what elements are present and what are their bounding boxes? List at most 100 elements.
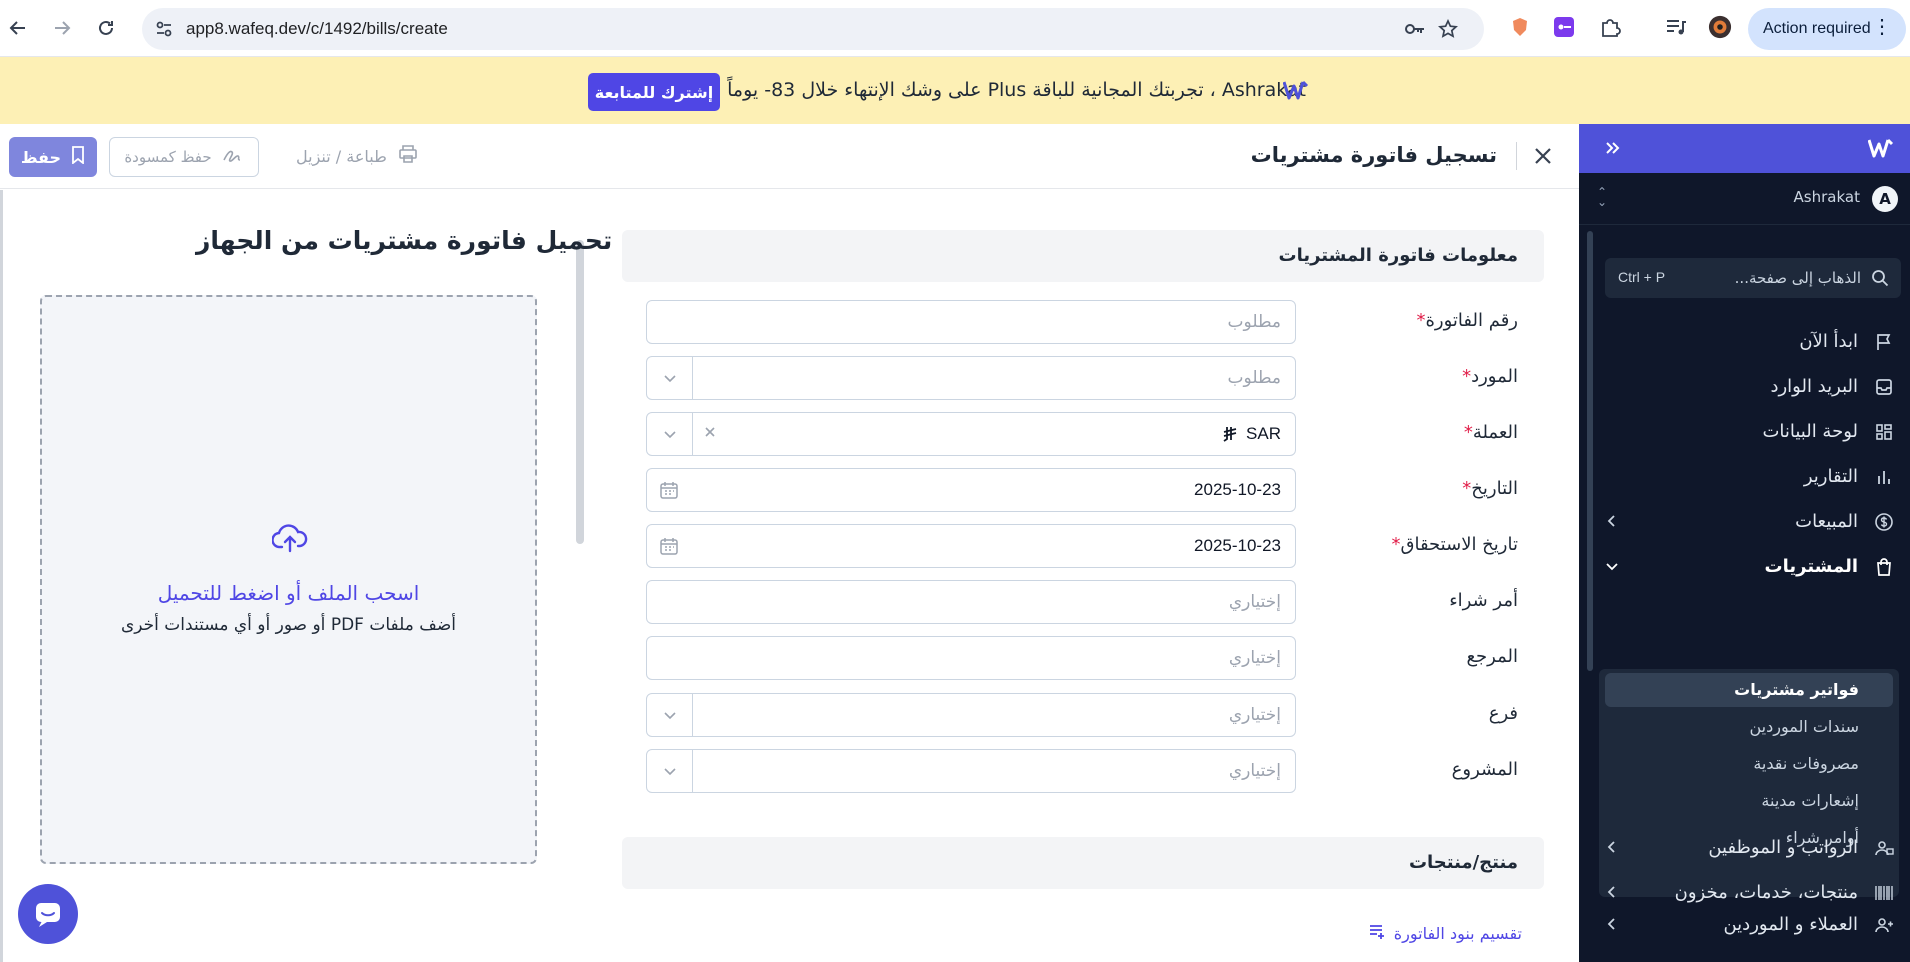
sidebar-item-inbox[interactable]: البريد الوارد [1579, 367, 1910, 407]
sidebar-item-label: لوحة البيانات [1762, 421, 1858, 442]
action-required-button[interactable]: Action required ⋮ [1748, 8, 1906, 50]
password-key-icon[interactable] [1404, 19, 1426, 43]
chevron-down-icon[interactable] [647, 750, 693, 792]
field-label: المشروع [1451, 759, 1518, 780]
browser-toolbar: app8.wafeq.dev/c/1492/bills/create Actio… [0, 0, 1910, 57]
chat-icon [36, 903, 60, 927]
print-download-button[interactable]: طباعة / تنزيل [296, 144, 419, 168]
save-draft-button[interactable]: حفظ كمسودة [109, 137, 259, 177]
close-button[interactable] [1525, 138, 1561, 174]
reload-icon[interactable] [92, 14, 120, 42]
search-shortcut: Ctrl + P [1618, 269, 1666, 285]
shopping-bag-icon [1874, 557, 1894, 581]
dollar-circle-icon [1874, 512, 1894, 536]
currency-select[interactable]: SAR [646, 412, 1296, 456]
field-bill-number: رقم الفاتورة* مطلوب [646, 300, 1518, 344]
sidebar-item-sales[interactable]: المبيعات [1579, 502, 1910, 542]
page-header: حفظ حفظ كمسودة طباعة / تنزيل تسجيل فاتور… [0, 124, 1579, 189]
purchase-order-input[interactable]: إختياري [646, 580, 1296, 624]
forward-icon[interactable] [48, 14, 76, 42]
chevron-down-icon[interactable] [647, 694, 693, 736]
sidebar-item-get-started[interactable]: ابدأ الآن [1579, 322, 1910, 362]
date-input[interactable]: 2025-10-23 [646, 468, 1296, 512]
chevron-left-icon [1605, 884, 1619, 903]
split-lines-label: تقسيم بنود الفاتورة [1393, 923, 1522, 943]
sidebar-item-products[interactable]: منتجات، خدمات، مخزون [1579, 873, 1910, 913]
sidebar-item-label: منتجات، خدمات، مخزون [1674, 882, 1858, 903]
sidebar-item-payroll[interactable]: الرواتب و الموظفين [1579, 828, 1910, 868]
field-label: العملة* [1463, 422, 1518, 443]
chevron-left-icon [1605, 916, 1619, 935]
brave-shield-icon[interactable] [1508, 15, 1532, 39]
extensions-puzzle-icon[interactable] [1598, 15, 1622, 39]
field-label: التاريخ* [1462, 478, 1518, 499]
switch-updown-icon: ⌃ ⌄ [1597, 185, 1608, 209]
sidebar-subitem-supplier-payments[interactable]: سندات الموردين [1599, 710, 1899, 744]
search-icon [1871, 269, 1889, 291]
chevron-down-icon[interactable] [647, 357, 693, 399]
page-title: تسجيل فاتورة مشتريات [1250, 143, 1497, 167]
company-switcher[interactable]: ⌃ ⌄ Ashrakat A [1579, 173, 1910, 225]
bill-number-input[interactable]: مطلوب [646, 300, 1296, 344]
wafeq-logo-icon [1282, 79, 1309, 105]
sidebar-subitem-debit-notes[interactable]: إشعارات مدينة [1599, 784, 1899, 818]
cloud-upload-icon [271, 523, 308, 557]
split-lines-link[interactable]: تقسيم بنود الفاتورة [1368, 922, 1522, 944]
input-placeholder: مطلوب [1227, 312, 1281, 332]
subscribe-button[interactable]: إشترك للمتابعة [588, 73, 720, 111]
save-draft-label: حفظ كمسودة [124, 148, 212, 166]
profile-avatar-icon[interactable] [1708, 15, 1732, 39]
form-scrollbar[interactable] [576, 240, 584, 544]
page-search-input[interactable]: Ctrl + P الذهاب إلى صفحة... [1605, 258, 1901, 298]
sidebar-item-label: التقارير [1803, 466, 1858, 487]
trial-message: Ashrakat ، تجربتك المجانية للباقة Plus ع… [727, 79, 1306, 101]
bookmark-star-icon[interactable] [1438, 18, 1458, 43]
search-placeholder: الذهاب إلى صفحة... [1734, 269, 1861, 287]
sidebar-subitem-label: مصروفات نقدية [1753, 754, 1859, 773]
supplier-select[interactable]: مطلوب [646, 356, 1296, 400]
reference-input[interactable]: إختياري [646, 636, 1296, 680]
save-label: حفظ [20, 147, 62, 167]
field-branch: فرع إختياري [646, 693, 1518, 737]
field-label: المرجع [1466, 646, 1518, 667]
bill-info-section-header: معلومات فاتورة المشتريات [622, 230, 1544, 282]
calendar-icon[interactable] [659, 536, 679, 560]
sidebar-subitem-cash-expenses[interactable]: مصروفات نقدية [1599, 747, 1899, 781]
chevron-left-icon [1605, 839, 1619, 858]
back-icon[interactable] [4, 14, 32, 42]
project-select[interactable]: إختياري [646, 749, 1296, 793]
sidebar-subitem-label: فواتير مشتريات [1734, 680, 1859, 699]
calendar-icon[interactable] [659, 480, 679, 504]
file-dropzone[interactable]: اسحب الملف أو اضغط للتحميل أضف ملفات PDF… [40, 295, 537, 864]
chat-support-button[interactable] [18, 884, 78, 944]
chevron-down-icon[interactable] [647, 413, 693, 455]
sidebar-brand-bar [1579, 124, 1910, 173]
media-queue-icon[interactable] [1664, 15, 1688, 39]
branch-select[interactable]: إختياري [646, 693, 1296, 737]
dashboard-grid-icon [1874, 422, 1894, 446]
trial-banner: إشترك للمتابعة Ashrakat ، تجربتك المجاني… [0, 57, 1910, 124]
field-label: المورد* [1462, 366, 1518, 387]
field-due-date: تاريخ الاستحقاق* 2025-10-23 [646, 524, 1518, 568]
due-date-value: 2025-10-23 [1194, 536, 1281, 555]
url-text: app8.wafeq.dev/c/1492/bills/create [186, 19, 448, 38]
sidebar-subitem-bills[interactable]: فواتير مشتريات [1605, 673, 1893, 707]
upload-title: تحميل فاتورة مشتريات من الجهاز [196, 226, 613, 255]
print-label: طباعة / تنزيل [296, 146, 387, 166]
more-vert-icon[interactable]: ⋮ [1872, 17, 1892, 37]
site-settings-icon[interactable] [154, 19, 174, 43]
sidebar-item-label: ابدأ الآن [1799, 331, 1858, 352]
extension-purple-icon[interactable] [1552, 15, 1576, 39]
due-date-input[interactable]: 2025-10-23 [646, 524, 1296, 568]
clear-icon[interactable] [703, 424, 717, 443]
sidebar-item-purchases[interactable]: المشتريات [1579, 547, 1910, 587]
sidebar-item-dashboard[interactable]: لوحة البيانات [1579, 412, 1910, 452]
field-supplier: المورد* مطلوب [646, 356, 1518, 400]
riyal-symbol-icon [1223, 427, 1237, 442]
address-bar[interactable]: app8.wafeq.dev/c/1492/bills/create [142, 8, 1484, 50]
select-placeholder: إختياري [1228, 705, 1281, 725]
sidebar-item-reports[interactable]: التقارير [1579, 457, 1910, 497]
save-button[interactable]: حفظ [9, 137, 97, 177]
company-name: Ashrakat [1793, 188, 1860, 206]
collapse-sidebar-icon[interactable] [1603, 138, 1623, 162]
